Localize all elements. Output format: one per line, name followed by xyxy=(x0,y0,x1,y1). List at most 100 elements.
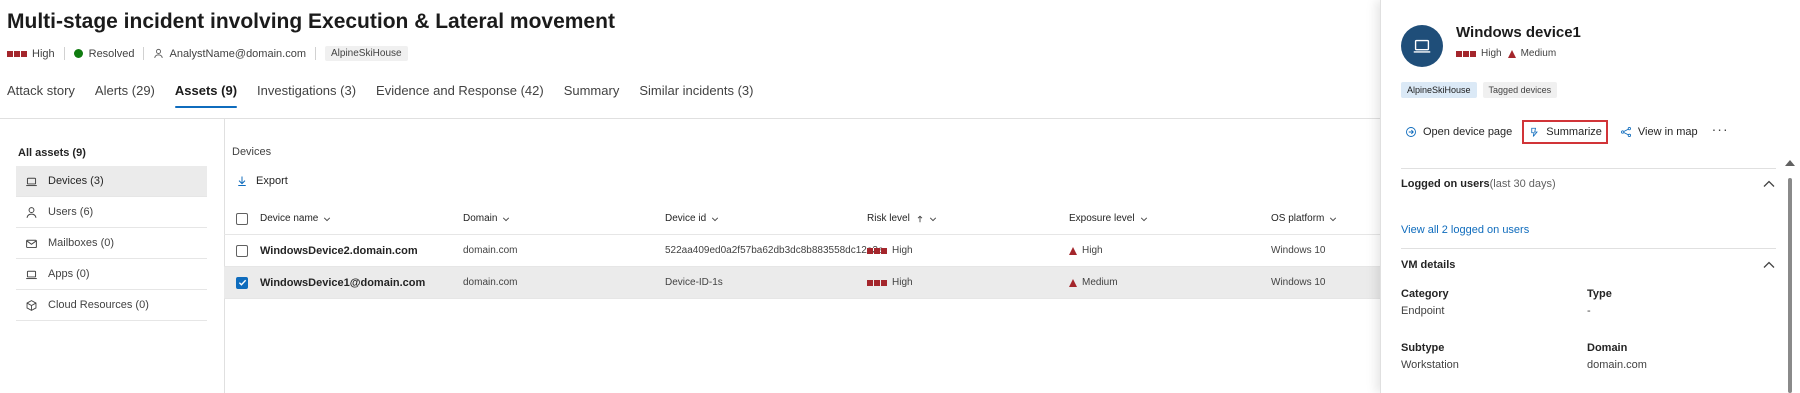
chevron-down-icon xyxy=(503,216,510,221)
export-button[interactable]: Export xyxy=(236,175,288,187)
export-label: Export xyxy=(256,175,288,187)
checkmark-icon xyxy=(238,279,246,286)
vm-type: Type - xyxy=(1587,288,1612,317)
laptop-icon xyxy=(1413,39,1431,53)
panel-tag: Tagged devices xyxy=(1482,82,1558,98)
chevron-down-icon xyxy=(929,216,936,221)
incident-title: Multi-stage incident involving Execution… xyxy=(7,10,615,33)
select-all-checkbox[interactable] xyxy=(236,212,248,225)
device-name-cell[interactable]: WindowsDevice1@domain.com xyxy=(260,267,425,298)
severity-icon xyxy=(7,50,27,57)
incident-tag: AlpineSkiHouse xyxy=(324,46,408,61)
chevron-up-icon[interactable] xyxy=(1762,177,1776,191)
device-id-cell: 522aa409ed0a2f57ba62db3dc8b883558dc12a3a xyxy=(665,245,884,256)
cube-icon xyxy=(26,299,37,311)
panel-divider xyxy=(1401,168,1776,169)
severity: High xyxy=(7,48,55,60)
panel-actions: Open device page Summarize View in map ·… xyxy=(1401,120,1733,144)
column-header-device-name[interactable]: Device name xyxy=(260,203,331,234)
laptop-icon xyxy=(26,177,37,186)
sidebar-item-label: Devices (3) xyxy=(48,175,104,187)
view-in-map-button[interactable]: View in map xyxy=(1616,122,1702,142)
incident-meta: High Resolved AnalystName@domain.com Alp… xyxy=(7,46,408,61)
panel-title: Windows device1 xyxy=(1456,24,1581,41)
device-details-panel: Windows device1 High Medium AlpineSkiHou… xyxy=(1380,0,1800,393)
sidebar-header: All assets (9) xyxy=(18,147,86,159)
section-title: Logged on users(last 30 days) xyxy=(1401,178,1556,190)
sidebar-item-label: Users (6) xyxy=(48,206,94,218)
risk-level-cell: High xyxy=(867,267,913,298)
sidebar-item-users[interactable]: Users (6) xyxy=(16,197,207,228)
vm-details-section: VM details xyxy=(1401,258,1776,272)
mail-icon xyxy=(26,239,37,248)
column-header-risk-level[interactable]: Risk level xyxy=(867,203,937,234)
chevron-down-icon xyxy=(1330,216,1337,221)
apps-icon xyxy=(26,270,37,279)
device-avatar xyxy=(1401,25,1443,67)
tab-alerts[interactable]: Alerts (29) xyxy=(95,70,155,111)
column-header-domain[interactable]: Domain xyxy=(463,203,510,234)
panel-exposure-label: Medium xyxy=(1520,48,1557,59)
incident-tabs: Attack story Alerts (29) Assets (9) Inve… xyxy=(7,70,773,111)
vm-subtype: Subtype Workstation xyxy=(1401,342,1459,371)
tab-evidence-and-response[interactable]: Evidence and Response (42) xyxy=(376,70,544,111)
tab-assets[interactable]: Assets (9) xyxy=(174,70,238,111)
tab-investigations[interactable]: Investigations (3) xyxy=(257,70,356,111)
sidebar-item-label: Mailboxes (0) xyxy=(48,237,115,249)
row-checkbox[interactable] xyxy=(236,244,248,257)
panel-tags: AlpineSkiHouse Tagged devices xyxy=(1401,82,1558,98)
warning-triangle-icon xyxy=(1507,49,1516,58)
column-header-os-platform[interactable]: OS platform xyxy=(1271,203,1337,234)
row-checkbox[interactable] xyxy=(236,276,248,289)
vm-category: Category Endpoint xyxy=(1401,288,1449,317)
severity-label: High xyxy=(32,47,55,60)
sidebar-item-label: Apps (0) xyxy=(48,268,90,280)
panel-scrollbar[interactable] xyxy=(1788,178,1792,393)
chevron-up-icon[interactable] xyxy=(1762,258,1776,272)
devices-table: Device name Domain Device id Risk level … xyxy=(224,203,1380,299)
assets-sidebar: All assets (9) Devices (3) Users (6) Mai… xyxy=(16,140,207,321)
domain-cell: domain.com xyxy=(463,245,518,256)
summarize-button[interactable]: Summarize xyxy=(1522,120,1608,144)
header-divider xyxy=(0,118,1380,119)
scroll-up-arrow-icon[interactable] xyxy=(1785,160,1795,166)
logged-on-users-section: Logged on users(last 30 days) xyxy=(1401,177,1776,191)
person-icon xyxy=(26,206,37,218)
panel-tag: AlpineSkiHouse xyxy=(1401,82,1477,98)
open-device-page-button[interactable]: Open device page xyxy=(1401,122,1516,142)
panel-risk-label: High xyxy=(1481,48,1502,59)
sidebar-item-label: Cloud Resources (0) xyxy=(48,299,149,311)
device-id-cell: Device-ID-1s xyxy=(665,277,723,288)
os-platform-cell: Windows 10 xyxy=(1271,245,1326,256)
tab-summary[interactable]: Summary xyxy=(564,70,620,111)
sidebar-item-cloud-resources[interactable]: Cloud Resources (0) xyxy=(16,290,207,321)
sidebar-item-mailboxes[interactable]: Mailboxes (0) xyxy=(16,228,207,259)
column-header-device-id[interactable]: Device id xyxy=(665,203,719,234)
os-platform-cell: Windows 10 xyxy=(1271,277,1326,288)
table-row[interactable]: WindowsDevice1@domain.com domain.com Dev… xyxy=(224,267,1380,299)
table-row[interactable]: WindowsDevice2.domain.com domain.com 522… xyxy=(224,235,1380,267)
status-label: Resolved xyxy=(88,47,135,60)
panel-divider xyxy=(1401,248,1776,249)
download-icon xyxy=(238,176,246,186)
exposure-level-cell: Medium xyxy=(1069,267,1118,298)
warning-triangle-icon xyxy=(1069,278,1077,287)
sidebar-item-apps[interactable]: Apps (0) xyxy=(16,259,207,290)
warning-triangle-icon xyxy=(1069,246,1077,255)
tab-attack-story[interactable]: Attack story xyxy=(7,70,75,111)
section-title: VM details xyxy=(1401,259,1456,271)
devices-section-title: Devices xyxy=(232,146,272,158)
sidebar-item-devices[interactable]: Devices (3) xyxy=(16,166,207,197)
copilot-icon xyxy=(1531,127,1539,137)
assignee: AnalystName@domain.com xyxy=(153,48,306,60)
column-header-exposure-level[interactable]: Exposure level xyxy=(1069,203,1148,234)
view-all-logged-on-users-link[interactable]: View all 2 logged on users xyxy=(1401,224,1529,236)
status: Resolved xyxy=(73,47,135,60)
severity-icon xyxy=(867,279,887,286)
more-actions-icon[interactable]: ··· xyxy=(1708,121,1733,137)
tab-similar-incidents[interactable]: Similar incidents (3) xyxy=(639,70,753,111)
exposure-level-cell: High xyxy=(1069,235,1103,266)
device-name-cell[interactable]: WindowsDevice2.domain.com xyxy=(260,235,418,266)
chevron-down-icon xyxy=(712,216,719,221)
severity-icon xyxy=(1456,50,1476,57)
